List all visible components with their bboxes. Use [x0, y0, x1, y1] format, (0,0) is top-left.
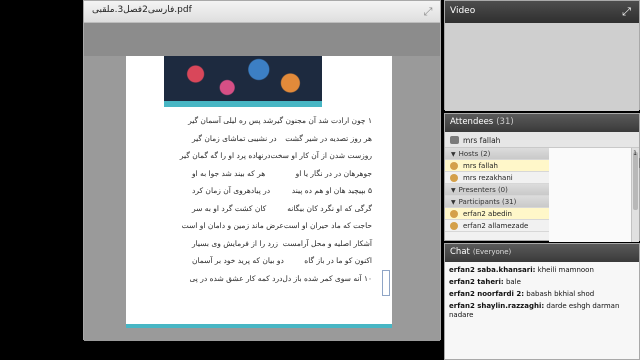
chat-pod: Chat (Everyone) erfan2 saba.khansari: khe…: [444, 243, 640, 360]
collapse-arrow-icon: ▼: [451, 199, 456, 206]
list-item-host[interactable]: mrs fallah: [445, 160, 549, 172]
expand-arrows-icon[interactable]: ⤢: [620, 5, 633, 18]
scrollbar-thumb[interactable]: [633, 152, 638, 210]
verse-row: ۱۰ آنه سوی کمر شده باز دل درد کمه کار عشق…: [189, 273, 372, 283]
attendee-list: ▼ Hosts (2) mrs fallah mrs rezakhani ▼ Pre…: [445, 148, 549, 232]
floral-banner-image: [164, 56, 322, 101]
collapse-arrow-icon: ▼: [451, 187, 456, 194]
attendees-count: (31): [496, 117, 514, 127]
video-pod: Video ⤢: [444, 0, 640, 111]
attendees-title: Attendees: [450, 117, 494, 127]
pdf-page: ۱ چون ارادت شد آن مجنون گیر شد پس ره لیلی…: [126, 56, 392, 324]
document-title: فارسی2فصل3.ملقبی.pdf: [92, 5, 192, 15]
chat-message: erfan2 shaylin.razzaghi: darde eshgh dar…: [449, 302, 620, 319]
hosts-header[interactable]: ▼ Hosts (2): [445, 148, 549, 160]
document-pod: فارسی2فصل3.ملقبی.pdf ⤢ ۱ چون ارادت شد آن…: [83, 0, 441, 341]
current-user-row[interactable]: mrs fallah: [445, 132, 639, 148]
verse-row: جوهرهان در در نگار یا او هر که بیند شد جو…: [192, 168, 372, 178]
attendees-pod: Attendees (31) mrs fallah ▼ Hosts (2) mrs …: [444, 113, 640, 242]
document-titlebar: فارسی2فصل3.ملقبی.pdf ⤢: [84, 1, 440, 23]
verse-row: روزست شدن از آن کار او سخت درنهاده پرد او…: [179, 151, 372, 160]
verse-row: اکنون کو ما در باز گاه دو بیان که پرید خو…: [192, 256, 372, 265]
meeting-window: فارسی2فصل3.ملقبی.pdf ⤢ ۱ چون ارادت شد آن…: [0, 0, 640, 360]
expand-arrows-icon[interactable]: ⤢: [422, 6, 434, 18]
list-item-participant[interactable]: erfan2 allamezade: [445, 220, 549, 232]
chat-messages: erfan2 saba.khansari: kheili mamnoon erf…: [449, 266, 635, 323]
page-number-stamp: [382, 270, 390, 296]
presenters-header[interactable]: ▼ Presenters (0): [445, 184, 549, 196]
list-item-host[interactable]: mrs rezakhani: [445, 172, 549, 184]
verse-row: هر روز تصدیه در شیر گشت در نشیبی تماشای ز…: [192, 133, 372, 143]
host-user-icon: [450, 162, 458, 170]
chat-message: erfan2 saba.khansari: kheili mamnoon: [449, 266, 594, 274]
chat-scope[interactable]: (Everyone): [473, 248, 511, 256]
video-area: [445, 23, 639, 111]
banner-divider: [164, 101, 322, 107]
chat-titlebar: Chat (Everyone): [445, 244, 639, 262]
list-item-participant[interactable]: erfan2 abedin: [445, 208, 549, 220]
verse-row: حاجت که ماد حیران او است عرض ماند زمین و …: [181, 221, 372, 230]
scroll-page-number: 1: [633, 150, 637, 157]
document-background: [84, 23, 440, 56]
chat-message: erfan2 noorfardi 2: babash bkhial shod: [449, 290, 595, 298]
document-viewer[interactable]: ۱ چون ارادت شد آن مجنون گیر شد پس ره لیلی…: [84, 23, 440, 341]
verse-row: گرگی که او نگرد کان بیگانه کان کشت گرد او…: [192, 203, 372, 213]
attendee-scrollbar[interactable]: [631, 148, 639, 242]
verse-row: ۱ چون ارادت شد آن مجنون گیر شد پس ره لیلی…: [188, 116, 372, 125]
next-page-edge: [126, 324, 392, 328]
verse-row: آشکار اصلیه و محل آرامست زرد را از فرمایش…: [192, 238, 372, 248]
participant-user-icon: [450, 222, 458, 230]
poem-text: ۱ چون ارادت شد آن مجنون گیر شد پس ره لیلی…: [179, 116, 372, 291]
chat-message: erfan2 taheri: bale: [449, 278, 521, 286]
video-title: Video: [450, 6, 476, 16]
attendee-detail-column: [549, 148, 640, 242]
user-status-icon[interactable]: [450, 136, 459, 144]
video-titlebar: Video ⤢: [445, 1, 639, 23]
current-user-name: mrs fallah: [463, 136, 501, 145]
participants-header[interactable]: ▼ Participants (31): [445, 196, 549, 208]
participant-user-icon: [450, 210, 458, 218]
collapse-arrow-icon: ▼: [451, 151, 456, 158]
chat-title: Chat: [450, 247, 470, 257]
attendees-titlebar: Attendees (31): [445, 114, 639, 132]
verse-row: ۵ بپیچید هان او هم ده پیند در پیادهروی آن…: [192, 186, 372, 195]
host-user-icon: [450, 174, 458, 182]
